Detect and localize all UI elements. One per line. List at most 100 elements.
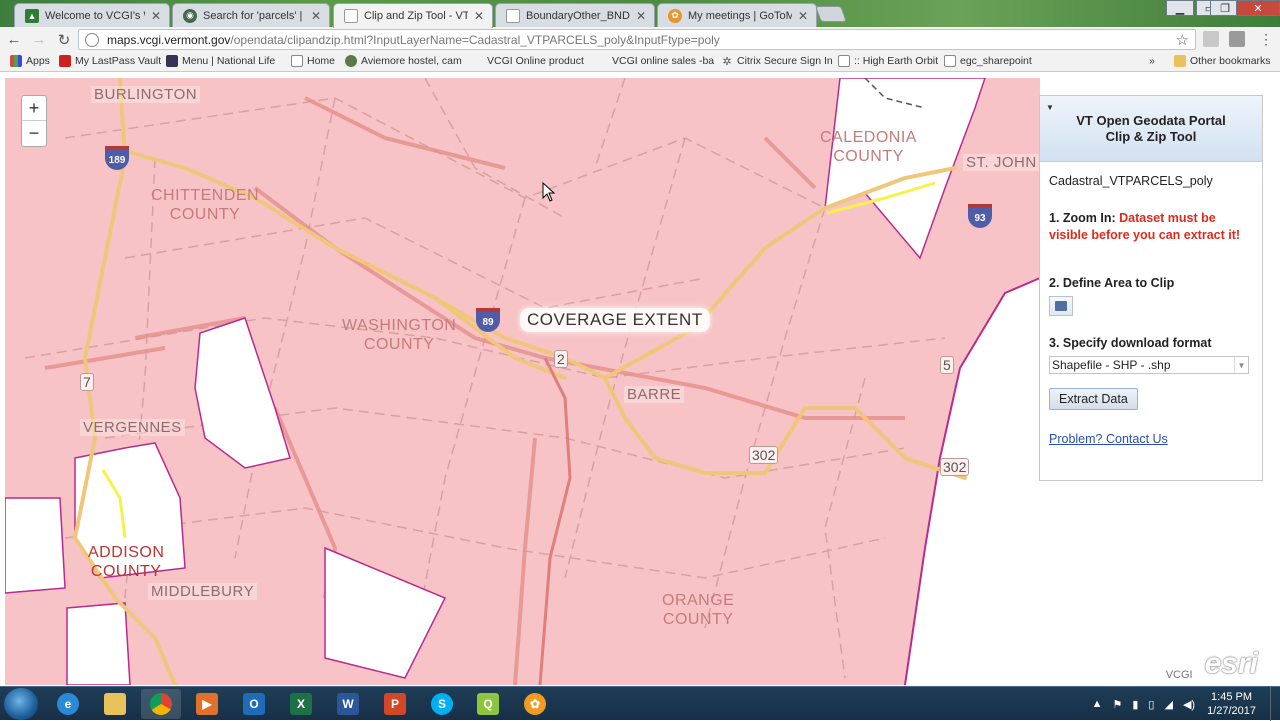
show-desktop-button[interactable] bbox=[1270, 687, 1280, 721]
taskbar-gotomeeting[interactable]: ✿ bbox=[515, 689, 555, 719]
taskbar-qgis[interactable]: Q bbox=[468, 689, 508, 719]
start-button[interactable] bbox=[4, 688, 38, 720]
back-arrow-icon[interactable]: ← bbox=[3, 29, 25, 51]
close-tab-icon[interactable]: ✕ bbox=[311, 9, 321, 23]
coverage-extent-label: COVERAGE EXTENT bbox=[520, 308, 710, 332]
bookmark-vcgi-sales[interactable]: VCGI online sales -ba bbox=[612, 55, 714, 67]
esri-logo[interactable]: esri bbox=[1205, 647, 1258, 681]
battery-icon[interactable]: ▯ bbox=[1148, 698, 1154, 711]
bookmarks-overflow-chevron[interactable]: » bbox=[1149, 55, 1155, 67]
address-bar[interactable]: maps.vcgi.vermont.gov/opendata/clipandzi… bbox=[78, 29, 1196, 50]
taskbar-explorer[interactable] bbox=[95, 689, 135, 719]
taskbar-chrome[interactable] bbox=[141, 689, 181, 719]
bookmark-label: Other bookmarks bbox=[1190, 55, 1271, 67]
county-name: CHITTENDEN bbox=[151, 187, 260, 204]
zoom-in-button[interactable]: + bbox=[22, 96, 46, 121]
county-name: ADDISON bbox=[88, 544, 165, 561]
bookmark-high-earth-orbit[interactable]: :: High Earth Orbit bbox=[838, 55, 938, 67]
bookmark-aviemore[interactable]: Aviemore hostel, cam bbox=[345, 55, 462, 67]
county-label-washington: WASHINGTON COUNTY bbox=[342, 316, 456, 354]
close-window-button[interactable]: ✕ bbox=[1236, 0, 1280, 16]
step1-zoom: 1. Zoom In: Dataset must be visible befo… bbox=[1049, 210, 1253, 244]
bookmark-egc-sharepoint[interactable]: egc_sharepoint bbox=[944, 55, 1032, 67]
tab-boundary-other[interactable]: BoundaryOther_BNDHA: ✕ bbox=[495, 3, 655, 27]
qgis-icon: Q bbox=[477, 693, 499, 715]
panel-title-line1: VT Open Geodata Portal bbox=[1076, 112, 1226, 128]
bookmark-lastpass[interactable]: My LastPass Vault bbox=[59, 55, 161, 67]
zoom-out-button[interactable]: − bbox=[22, 121, 46, 146]
bookmark-star-icon[interactable]: ☆ bbox=[1176, 31, 1189, 49]
tab-title: BoundaryOther_BNDHA: bbox=[526, 9, 630, 22]
url-path: /opendata/clipandzip.html?InputLayerName… bbox=[230, 32, 720, 47]
apps-grid-icon bbox=[10, 55, 22, 67]
gotomeeting-favicon-icon: ✿ bbox=[668, 8, 682, 23]
taskbar-outlook[interactable]: O bbox=[234, 689, 274, 719]
hostel-icon bbox=[345, 55, 357, 67]
browser-tab-strip: ▲ Welcome to VCGI's Web ✕ ◉ Search for '… bbox=[0, 0, 1280, 28]
close-tab-icon[interactable]: ✕ bbox=[798, 9, 808, 23]
chrome-menu-icon[interactable]: ⋮ bbox=[1259, 31, 1273, 48]
contact-us-link[interactable]: Problem? Contact Us bbox=[1049, 432, 1168, 446]
tab-title: Clip and Zip Tool - VT Op bbox=[364, 10, 468, 22]
format-select[interactable]: Shapefile - SHP - .shp ▼ bbox=[1049, 356, 1249, 374]
taskbar-powerpoint[interactable]: P bbox=[375, 689, 415, 719]
taskbar-media[interactable]: ▶ bbox=[187, 689, 227, 719]
extension-k-icon[interactable] bbox=[1229, 31, 1245, 47]
taskbar-skype[interactable]: S bbox=[422, 689, 462, 719]
step1-label: 1. Zoom In: bbox=[1049, 211, 1116, 225]
route-shield-302: 302 bbox=[749, 446, 779, 464]
taskbar-excel[interactable]: X bbox=[281, 689, 321, 719]
bookmark-label: egc_sharepoint bbox=[960, 55, 1032, 67]
tab-clip-and-zip[interactable]: Clip and Zip Tool - VT Op ✕ bbox=[333, 3, 493, 28]
county-word: COUNTY bbox=[833, 148, 904, 165]
skype-icon: S bbox=[431, 693, 453, 715]
bookmark-label: Apps bbox=[26, 55, 50, 67]
volume-icon[interactable]: ◀) bbox=[1183, 698, 1195, 711]
network-icon[interactable]: ▮ bbox=[1132, 698, 1138, 711]
panel-body: Cadastral_VTPARCELS_poly 1. Zoom In: Dat… bbox=[1040, 162, 1262, 446]
format-selected-value: Shapefile - SHP - .shp bbox=[1052, 358, 1171, 372]
flag-icon[interactable]: ⚑ bbox=[1112, 698, 1122, 711]
taskbar-ie[interactable]: e bbox=[48, 689, 88, 719]
browser-toolbar: ← → ↻ maps.vcgi.vermont.gov/opendata/cli… bbox=[0, 27, 1280, 52]
city-label-barre: BARRE bbox=[624, 386, 685, 403]
county-word: COUNTY bbox=[90, 563, 162, 580]
draw-area-button[interactable] bbox=[1049, 296, 1073, 316]
forward-arrow-icon[interactable]: → bbox=[28, 29, 50, 51]
new-tab-button[interactable] bbox=[815, 6, 847, 22]
tab-search-parcels[interactable]: ◉ Search for 'parcels' | Verm ✕ bbox=[172, 3, 330, 27]
clock-time: 1:45 PM bbox=[1211, 691, 1253, 703]
close-tab-icon[interactable]: ✕ bbox=[474, 9, 484, 23]
draw-polygon-icon bbox=[1055, 301, 1067, 311]
county-label-chittenden: CHITTENDEN COUNTY bbox=[151, 186, 259, 224]
lastpass-icon bbox=[59, 55, 71, 67]
page-info-icon[interactable] bbox=[85, 32, 99, 47]
collapse-triangle-icon[interactable]: ▼ bbox=[1046, 100, 1054, 116]
clock[interactable]: 1:45 PM 1/27/2017 bbox=[1207, 690, 1256, 718]
dropdown-arrow-icon: ▼ bbox=[1234, 357, 1248, 373]
county-word: COUNTY bbox=[169, 206, 241, 223]
bookmark-national-life[interactable]: Menu | National Life bbox=[166, 55, 275, 67]
bookmark-other[interactable]: Other bookmarks bbox=[1174, 55, 1271, 67]
gotomeeting-icon: ✿ bbox=[524, 693, 546, 715]
panel-header: ▼ VT Open Geodata Portal Clip & Zip Tool bbox=[1040, 96, 1262, 162]
route-shield-7: 7 bbox=[80, 373, 94, 391]
extension-icon[interactable] bbox=[1203, 31, 1219, 47]
bookmark-label: Menu | National Life bbox=[182, 55, 276, 67]
tab-vcgi-welcome[interactable]: ▲ Welcome to VCGI's Web ✕ bbox=[14, 3, 170, 27]
close-tab-icon[interactable]: ✕ bbox=[151, 9, 161, 23]
signal-icon[interactable]: ◢ bbox=[1164, 698, 1172, 711]
tab-gotomeeting[interactable]: ✿ My meetings | GoToMee ✕ bbox=[657, 3, 817, 27]
minimize-window-button[interactable]: ▁ bbox=[1166, 0, 1194, 16]
route-shield-302-east: 302 bbox=[940, 458, 970, 476]
extract-data-button[interactable]: Extract Data bbox=[1049, 388, 1138, 410]
bookmark-citrix[interactable]: ✲ Citrix Secure Sign In bbox=[721, 55, 832, 68]
bookmark-home[interactable]: Home bbox=[291, 55, 335, 67]
bookmark-vcgi-product[interactable]: VCGI Online product bbox=[487, 55, 584, 67]
taskbar-word[interactable]: W bbox=[328, 689, 368, 719]
close-tab-icon[interactable]: ✕ bbox=[636, 9, 646, 23]
reload-icon[interactable]: ↻ bbox=[53, 29, 75, 51]
tray-expand-icon[interactable]: ▲ bbox=[1092, 698, 1103, 710]
bookmark-apps[interactable]: Apps bbox=[10, 55, 50, 67]
globe-favicon-icon: ◉ bbox=[183, 8, 197, 23]
